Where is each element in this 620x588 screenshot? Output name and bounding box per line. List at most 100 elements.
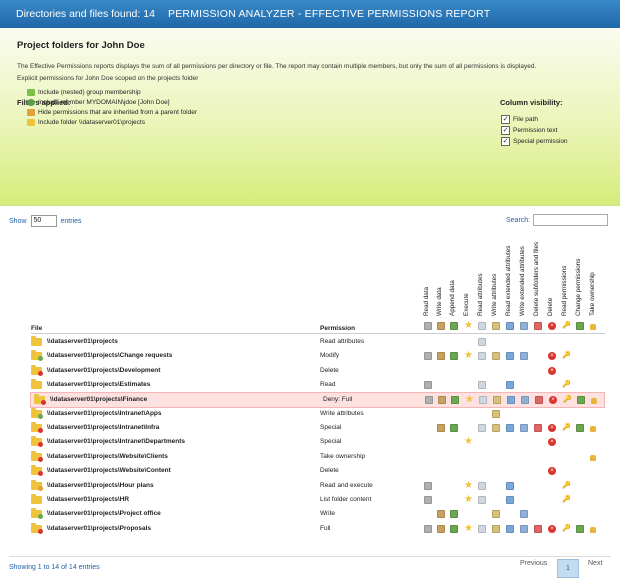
search-input[interactable] [533, 214, 609, 226]
column-header-read-extended-attributes[interactable]: Read extended attributes [505, 232, 517, 316]
read-permissions-icon: 🔑 [563, 396, 572, 404]
read-data-icon [424, 495, 432, 504]
deny-badge-icon [38, 456, 43, 462]
file-path: \\dataserver01\projects\Proposals [47, 524, 152, 532]
delete-icon: × [549, 396, 557, 405]
deny-badge-icon [41, 400, 46, 406]
page-length-select[interactable]: 50 [30, 215, 57, 227]
read-extended-attributes-icon [506, 352, 514, 361]
table-row[interactable]: \\dataserver01\projects Read attributes [28, 335, 605, 349]
deny-badge-icon [38, 528, 43, 534]
write-extended-attributes-icon [521, 396, 529, 405]
write-data-icon [437, 352, 445, 361]
table-row[interactable]: \\dataserver01\projects\Project office Wr… [28, 507, 605, 521]
table-row[interactable]: \\dataserver01\projects\Proposals Full ★ × 🔑 [28, 522, 605, 536]
column-header-delete[interactable]: Delete [547, 232, 559, 316]
read-extended-attributes-icon [506, 424, 514, 433]
read-permissions-icon: 🔑 [562, 352, 571, 360]
write-data-icon [438, 396, 446, 405]
table-row[interactable]: \\dataserver01\projects\Website\Clients T… [28, 450, 605, 464]
group-badge-icon [38, 356, 43, 362]
execute-icon: ★ [464, 436, 473, 448]
change-permissions-icon [576, 322, 584, 330]
column-header-read-permissions[interactable]: Read permissions [561, 232, 573, 316]
file-path: \\dataserver01\projects\Website\Clients [47, 452, 168, 460]
colvis-special-permission[interactable]: ✓ Special permission [501, 136, 568, 147]
permission-text: Special [320, 438, 342, 446]
filter-item: Hide permissions that are inherited from… [27, 107, 197, 117]
previous-button[interactable]: Previous [520, 560, 547, 567]
user-badge-icon [38, 485, 43, 491]
delete-icon: × [548, 438, 556, 447]
file-path: \\dataserver01\projects\Hour plans [47, 481, 154, 489]
table-row[interactable]: \\dataserver01\projects\Development Delet… [28, 364, 605, 378]
table-row[interactable]: \\dataserver01\projects\Website\Content D… [28, 464, 605, 478]
append-data-icon [450, 510, 458, 519]
column-header-write-data[interactable]: Write data [436, 232, 448, 316]
write-attributes-icon [493, 396, 501, 405]
execute-icon: ★ [464, 479, 473, 491]
write-attributes-icon [492, 424, 500, 433]
page-title: Project folders for John Doe [17, 40, 145, 51]
execute-icon: ★ [464, 522, 473, 534]
table-row[interactable]: \\dataserver01\projects\Intranet\Infra Sp… [28, 421, 605, 435]
take-ownership-icon [590, 526, 596, 533]
column-header-append-data[interactable]: Append data [449, 232, 461, 316]
group-membership-icon [27, 88, 35, 96]
column-header-take-ownership[interactable]: Take ownership [589, 232, 601, 316]
write-extended-attributes-icon [520, 424, 528, 433]
column-header-permission[interactable]: Permission [320, 325, 355, 332]
column-visibility-title: Column visibility: [500, 98, 563, 107]
permission-text: Read and execute [320, 481, 373, 489]
read-extended-attributes-icon [506, 381, 514, 390]
column-header-change-permissions[interactable]: Change permissions [575, 232, 587, 316]
file-path: \\dataserver01\projects [47, 338, 118, 345]
file-path: \\dataserver01\projects\Development [47, 366, 161, 374]
table-row[interactable]: \\dataserver01\projects\Change requests M… [28, 349, 605, 363]
checkbox[interactable]: ✓ [501, 126, 510, 135]
read-data-icon [425, 396, 433, 405]
read-permissions-icon: 🔑 [562, 381, 571, 389]
take-ownership-icon [590, 454, 596, 461]
checkbox[interactable]: ✓ [501, 115, 510, 124]
read-permissions-icon: 🔑 [562, 524, 571, 532]
read-attributes-icon [478, 481, 486, 490]
table-row[interactable]: \\dataserver01\projects\Hour plans Read a… [28, 479, 605, 493]
table-row[interactable]: \\dataserver01\projects\Intranet\Apps Wri… [28, 407, 605, 421]
column-header-delete-subfolders-and-files[interactable]: Delete subfolders and files [533, 232, 545, 316]
checkbox[interactable]: ✓ [501, 137, 510, 146]
colvis-permission-text[interactable]: ✓ Permission text [501, 125, 568, 136]
column-header-write-extended-attributes[interactable]: Write extended attributes [519, 232, 531, 316]
write-attributes-icon [492, 409, 500, 418]
read-attributes-icon [478, 338, 486, 346]
write-attributes-icon [492, 352, 500, 361]
column-header-execute[interactable]: Execute [463, 232, 475, 316]
colvis-file-path[interactable]: ✓ File path [501, 114, 568, 125]
read-extended-attributes-icon [506, 481, 514, 490]
write-extended-attributes-icon [520, 322, 528, 330]
column-header-file[interactable]: File [31, 325, 42, 332]
execute-icon: ★ [464, 320, 473, 331]
execute-icon: ★ [465, 394, 474, 406]
table-row[interactable]: \\dataserver01\projects\HR List folder co… [28, 493, 605, 507]
permission-text: Delete [320, 467, 339, 475]
execute-icon: ★ [464, 493, 473, 505]
write-data-icon [437, 322, 445, 330]
page-1-button[interactable]: 1 [557, 559, 579, 578]
column-header-read-attributes[interactable]: Read attributes [477, 232, 489, 316]
delete-icon: × [548, 352, 556, 361]
write-data-icon [437, 524, 445, 533]
append-data-icon [450, 322, 458, 330]
next-button[interactable]: Next [588, 560, 602, 567]
column-header-read-data[interactable]: Read data [423, 232, 435, 316]
folder-icon [31, 493, 42, 504]
read-attributes-icon [478, 381, 486, 390]
filter-item: Include member MYDOMAIN\jdoe [John Doe] [27, 97, 197, 107]
delete-icon: × [548, 366, 556, 375]
table-row[interactable]: \\dataserver01\projects\Estimates Read 🔑 [28, 378, 605, 392]
table-row[interactable]: \\dataserver01\projects\Intranet\Departm… [28, 435, 605, 449]
write-extended-attributes-icon [520, 510, 528, 519]
file-path: \\dataserver01\projects\Finance [50, 396, 148, 404]
column-header-write-attributes[interactable]: Write attributes [491, 232, 503, 316]
delete-subfolders-icon [534, 524, 542, 533]
